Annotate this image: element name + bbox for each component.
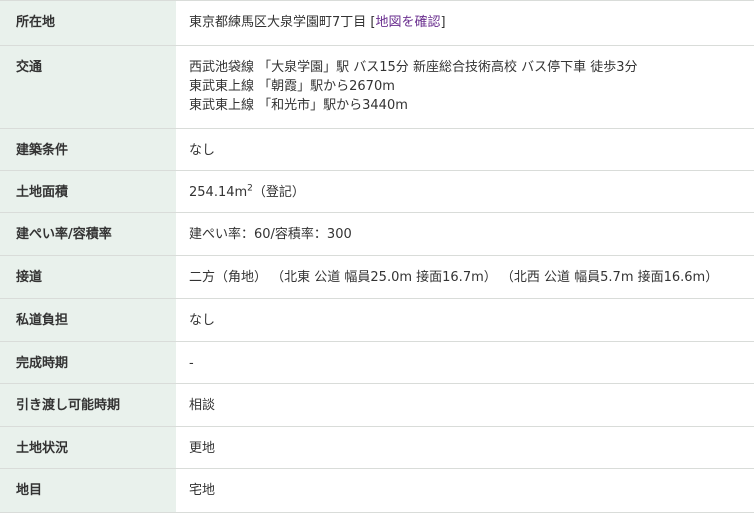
label-location: 所在地 [0,0,176,46]
transport-line-1: 西武池袋線 「大泉学園」駅 バス15分 新座総合技術高校 バス停下車 徒歩3分 [189,60,638,75]
value-handover: 相談 [176,383,754,427]
label-building-condition: 建築条件 [0,128,176,171]
value-coverage-ratio: 建ぺい率：60/容積率：300 [176,212,754,256]
label-road-access: 接道 [0,255,176,299]
land-area-number: 254.14m [189,185,248,200]
label-coverage-ratio: 建ぺい率/容積率 [0,212,176,256]
label-completion: 完成時期 [0,341,176,384]
label-private-road: 私道負担 [0,298,176,342]
address-text: 東京都練馬区大泉学園町7丁目 [189,15,367,30]
value-land-category: 宅地 [176,468,754,513]
row-land-status: 土地状況 更地 [0,426,754,469]
label-land-status: 土地状況 [0,426,176,469]
row-road-access: 接道 二方（角地） （北東 公道 幅員25.0m 接面16.7m） （北西 公道… [0,255,754,299]
label-handover: 引き渡し可能時期 [0,383,176,427]
row-coverage-ratio: 建ぺい率/容積率 建ぺい率：60/容積率：300 [0,212,754,256]
row-completion: 完成時期 - [0,341,754,384]
row-handover: 引き渡し可能時期 相談 [0,383,754,427]
value-location: 東京都練馬区大泉学園町7丁目 [地図を確認] [176,0,754,46]
label-transport: 交通 [0,45,176,129]
value-private-road: なし [176,298,754,342]
value-land-status: 更地 [176,426,754,469]
row-land-area: 土地面積 254.14m2（登記） [0,170,754,213]
bracket-close: ] [440,15,446,30]
row-land-category: 地目 宅地 [0,468,754,513]
value-road-access: 二方（角地） （北東 公道 幅員25.0m 接面16.7m） （北西 公道 幅員… [176,255,754,299]
land-area-suffix: （登記） [252,185,305,200]
transport-line-3: 東武東上線 「和光市」駅から3440m [189,98,408,113]
row-location: 所在地 東京都練馬区大泉学園町7丁目 [地図を確認] [0,0,754,46]
label-land-category: 地目 [0,468,176,513]
row-building-condition: 建築条件 なし [0,128,754,171]
property-spec-table: 所在地 東京都練馬区大泉学園町7丁目 [地図を確認] 交通 西武池袋線 「大泉学… [0,0,754,513]
value-building-condition: なし [176,128,754,171]
value-completion: - [176,341,754,384]
label-land-area: 土地面積 [0,170,176,213]
value-land-area: 254.14m2（登記） [176,170,754,213]
row-transport: 交通 西武池袋線 「大泉学園」駅 バス15分 新座総合技術高校 バス停下車 徒歩… [0,45,754,129]
row-private-road: 私道負担 なし [0,298,754,342]
map-link[interactable]: 地図を確認 [376,15,441,30]
transport-line-2: 東武東上線 「朝霞」駅から2670m [189,79,395,94]
value-transport: 西武池袋線 「大泉学園」駅 バス15分 新座総合技術高校 バス停下車 徒歩3分 … [176,45,754,129]
